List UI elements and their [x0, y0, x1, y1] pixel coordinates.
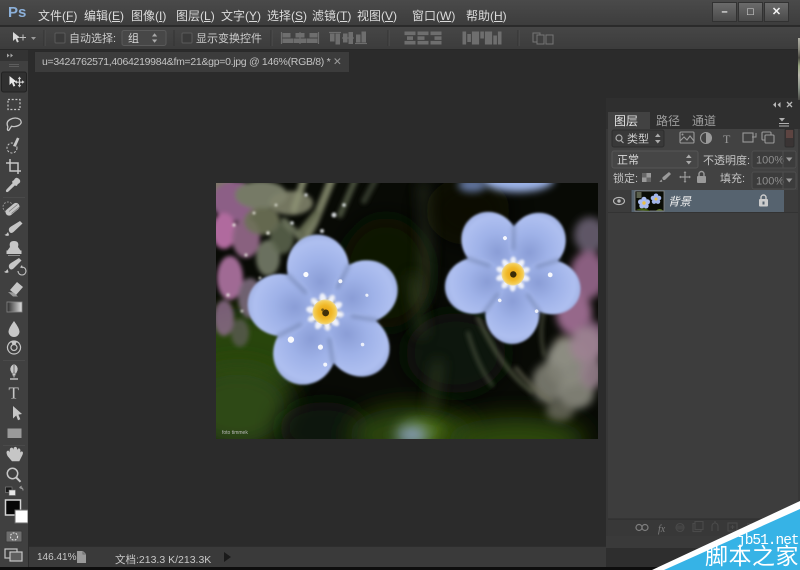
svg-text:显示变换控件: 显示变换控件: [196, 31, 262, 45]
svg-text:图层: 图层: [614, 114, 638, 128]
svg-text:100%: 100%: [756, 155, 784, 167]
svg-text:组: 组: [128, 31, 139, 45]
svg-text:T: T: [9, 384, 20, 403]
svg-text:foto timmek: foto timmek: [222, 430, 248, 436]
svg-text:类型: 类型: [627, 132, 649, 146]
svg-text:fx: fx: [658, 524, 666, 535]
svg-text:自动选择:: 自动选择:: [69, 31, 116, 45]
svg-text:通道: 通道: [692, 114, 716, 128]
svg-text:背景: 背景: [668, 196, 692, 209]
svg-text:不透明度:: 不透明度:: [703, 153, 750, 167]
svg-text:正常: 正常: [617, 154, 639, 167]
svg-text:锁定:: 锁定:: [613, 171, 638, 185]
svg-text:100%: 100%: [756, 176, 784, 188]
svg-text:路径: 路径: [656, 113, 680, 128]
svg-text:填充:: 填充:: [720, 171, 745, 185]
svg-text:T: T: [723, 132, 731, 146]
